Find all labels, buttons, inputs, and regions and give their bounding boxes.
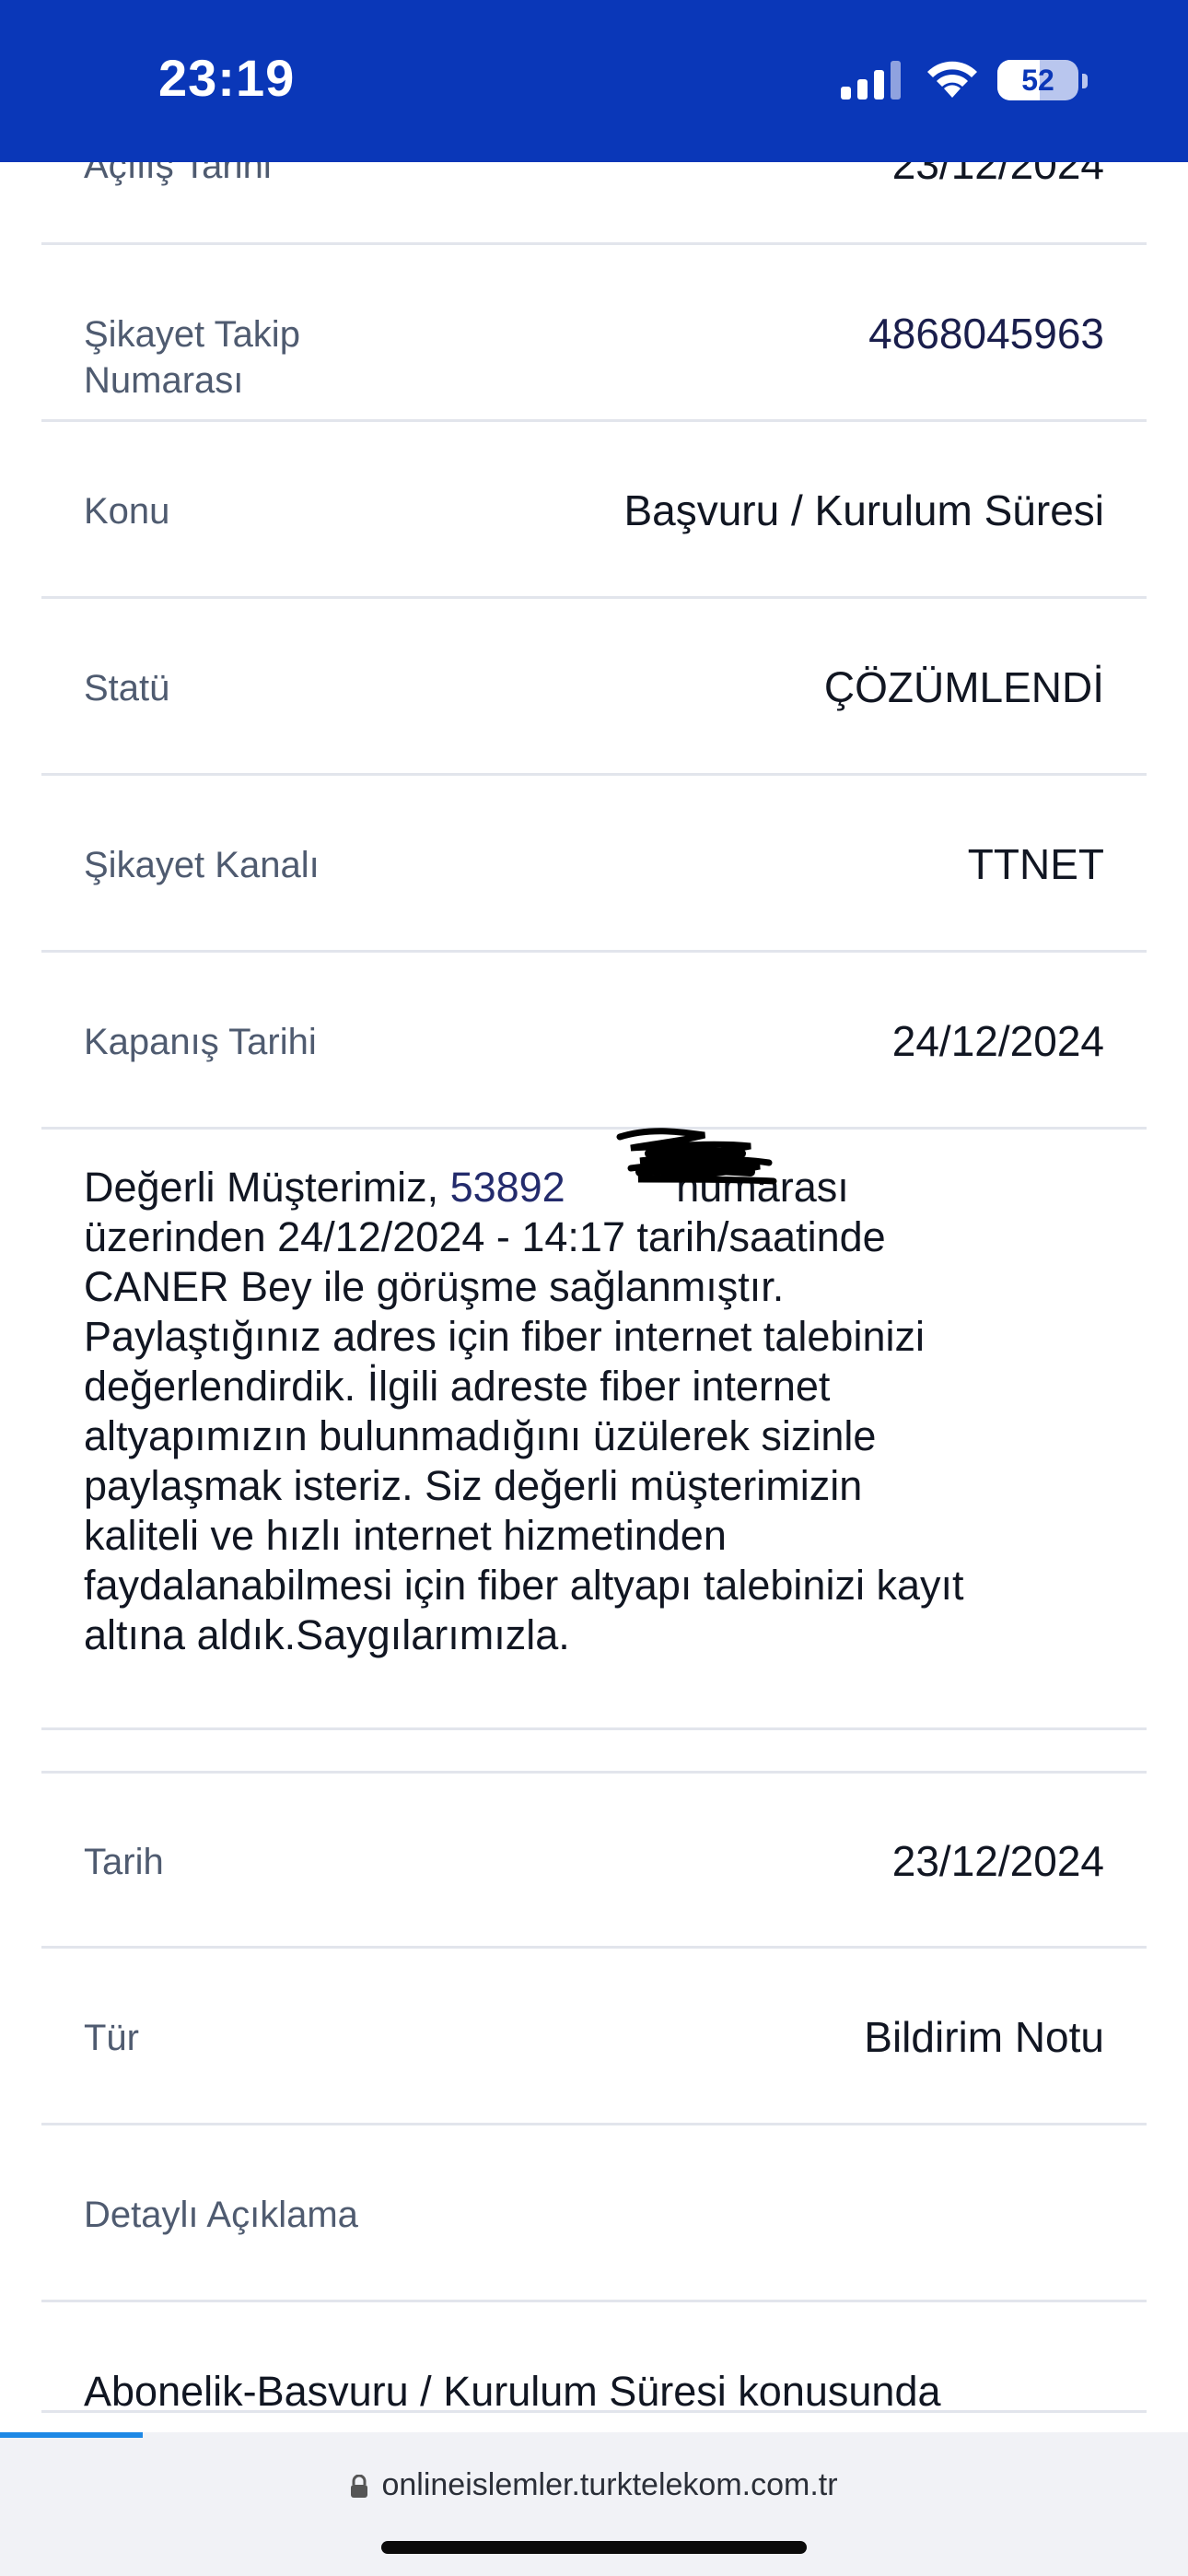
message-line: faydalanabilmesi için fiber altyapı tale…	[84, 1562, 964, 1609]
note-description-text: Abonelik-Basvuru / Kurulum Süresi konusu…	[84, 2368, 941, 2415]
message-line: altyapımızın bulunmadığını üzülerek sizi…	[84, 1412, 877, 1459]
tracking-number-label-line2: Numarası	[84, 360, 244, 401]
home-indicator[interactable]	[381, 2541, 807, 2554]
message-line: üzerinden 24/12/2024 - 14:17 tarih/saati…	[84, 1213, 886, 1260]
channel-label: Şikayet Kanalı	[84, 845, 320, 885]
url-display[interactable]: onlineislemler.turktelekom.com.tr	[0, 2467, 1188, 2503]
resolution-message: Değerli Müşterimiz, 53892 numarası üzeri…	[84, 1163, 1115, 1660]
note-type-value: Bildirim Notu	[864, 2013, 1104, 2061]
lock-icon	[351, 2475, 368, 2499]
subject-label: Konu	[84, 491, 170, 532]
message-text: Değerli Müşterimiz,	[84, 1164, 450, 1211]
detail-row-subject: Konu Başvuru / Kurulum Süresi	[41, 422, 1147, 599]
note-date-label: Tarih	[84, 1842, 164, 1882]
channel-value: TTNET	[967, 840, 1104, 888]
message-line: kaliteli ve hızlı internet hizmetinden	[84, 1512, 727, 1559]
detail-row-closing-date: Kapanış Tarihi 24/12/2024	[41, 953, 1147, 1130]
browser-address-bar[interactable]: onlineislemler.turktelekom.com.tr	[0, 2432, 1188, 2576]
note-type-label: Tür	[84, 2018, 139, 2058]
status-value: ÇÖZÜMLENDİ	[823, 663, 1104, 711]
section-divider	[41, 1727, 1147, 1730]
detail-row-tracking-number: Şikayet Takip Numarası 4868045963	[41, 245, 1147, 422]
detail-row-channel: Şikayet Kanalı TTNET	[41, 776, 1147, 953]
battery-nub	[1082, 74, 1088, 88]
tracking-number-label-line1: Şikayet Takip	[84, 314, 300, 355]
battery-level: 52	[1021, 64, 1054, 97]
message-line: CANER Bey ile görüşme sağlanmıştır.	[84, 1263, 785, 1310]
note-description-label: Detaylı Açıklama	[84, 2195, 358, 2235]
note-row-description: Detaylı Açıklama	[41, 2125, 1147, 2302]
message-line: paylaşmak isteriz. Siz değerli müşterimi…	[84, 1462, 863, 1509]
tracking-number-value: 4868045963	[868, 310, 1104, 357]
page-content: Açılış Tarihi 23/12/2024 Şikayet Takip N…	[0, 0, 1188, 2432]
url-text: onlineislemler.turktelekom.com.tr	[381, 2467, 838, 2502]
status-bar: 23:19 52	[0, 0, 1188, 162]
battery-icon: 52	[997, 60, 1078, 100]
section-divider	[41, 2410, 1147, 2413]
subject-value: Başvuru / Kurulum Süresi	[623, 486, 1104, 534]
redacted-phone-number: 53892	[449, 1164, 565, 1211]
status-time: 23:19	[158, 49, 296, 107]
closing-date-value: 24/12/2024	[891, 1017, 1104, 1065]
message-line: Değerli Müşterimiz, 53892 numarası	[84, 1163, 1115, 1212]
note-row-type: Tür Bildirim Notu	[41, 1949, 1147, 2125]
note-row-date: Tarih 23/12/2024	[41, 1774, 1147, 1949]
note-date-value: 23/12/2024	[891, 1837, 1104, 1885]
message-line: değerlendirdik. İlgili adreste fiber int…	[84, 1363, 831, 1410]
page-load-progress	[0, 2432, 143, 2438]
signal-icon	[841, 61, 901, 100]
closing-date-label: Kapanış Tarihi	[84, 1022, 317, 1062]
tracking-number-label: Şikayet Takip Numarası	[84, 311, 300, 404]
detail-row-status: Statü ÇÖZÜMLENDİ	[41, 599, 1147, 776]
redaction-scribble	[616, 1128, 777, 1185]
message-line: Paylaştığınız adres için fiber internet …	[84, 1313, 925, 1360]
message-line: altına aldık.Saygılarımızla.	[84, 1611, 570, 1658]
status-label: Statü	[84, 668, 170, 708]
wifi-icon	[927, 61, 977, 98]
